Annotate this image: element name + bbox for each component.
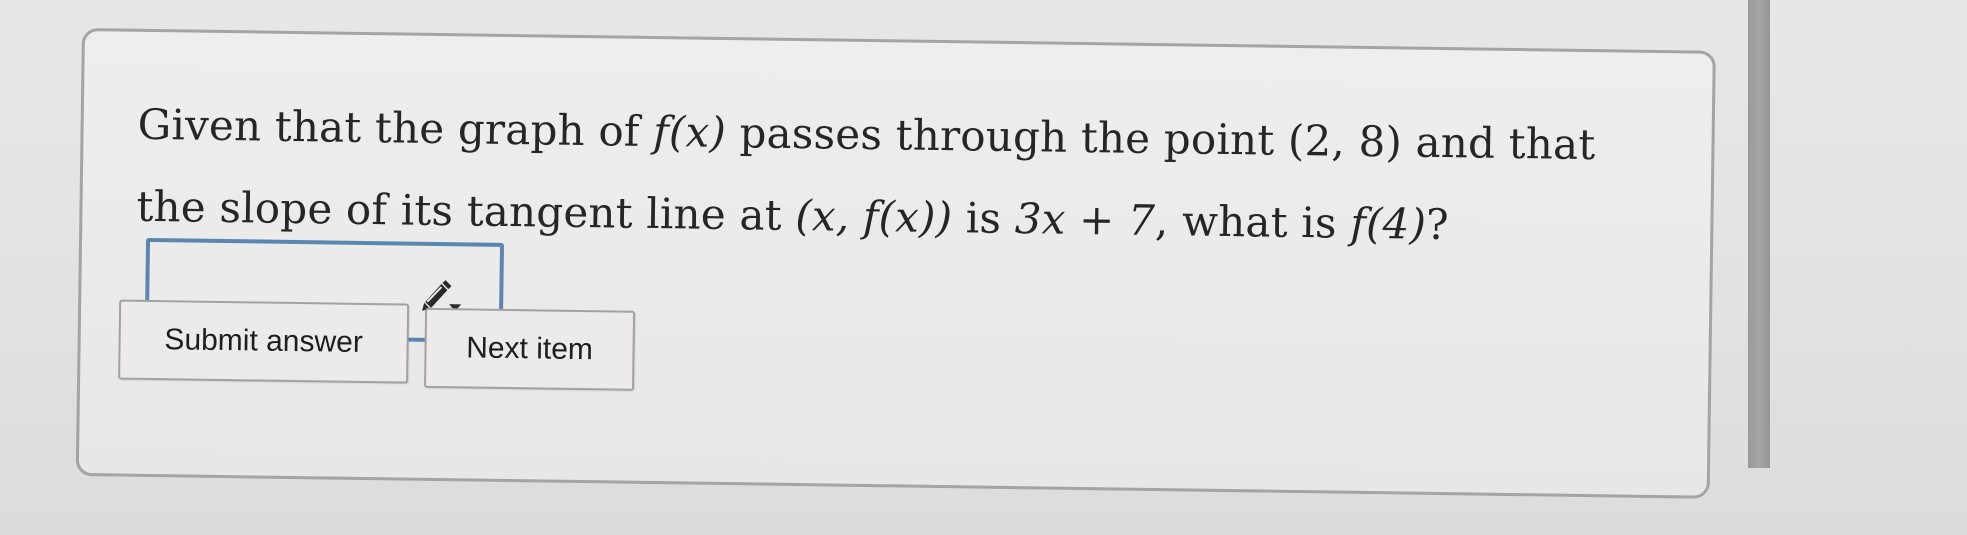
math-fx: f(x)	[652, 106, 727, 157]
scrollbar[interactable]	[1748, 0, 1770, 468]
math-f4: f(4)	[1349, 198, 1427, 249]
next-item-button[interactable]: Next item	[424, 307, 636, 391]
submit-answer-button[interactable]: Submit answer	[118, 299, 410, 384]
question-text-part: is	[951, 193, 1016, 244]
math-slope: 3x + 7	[1014, 194, 1156, 245]
question-text-part: Given that the graph of	[137, 99, 654, 156]
question-card: Given that the graph of f(x) passes thro…	[75, 28, 1716, 499]
question-text-part: , what is	[1154, 196, 1351, 248]
math-x-fx: (x, f(x))	[794, 190, 953, 243]
question-text-part: passes through the point	[725, 108, 1289, 165]
question-text-part: ?	[1425, 199, 1450, 250]
math-point: (2, 8)	[1287, 115, 1403, 167]
